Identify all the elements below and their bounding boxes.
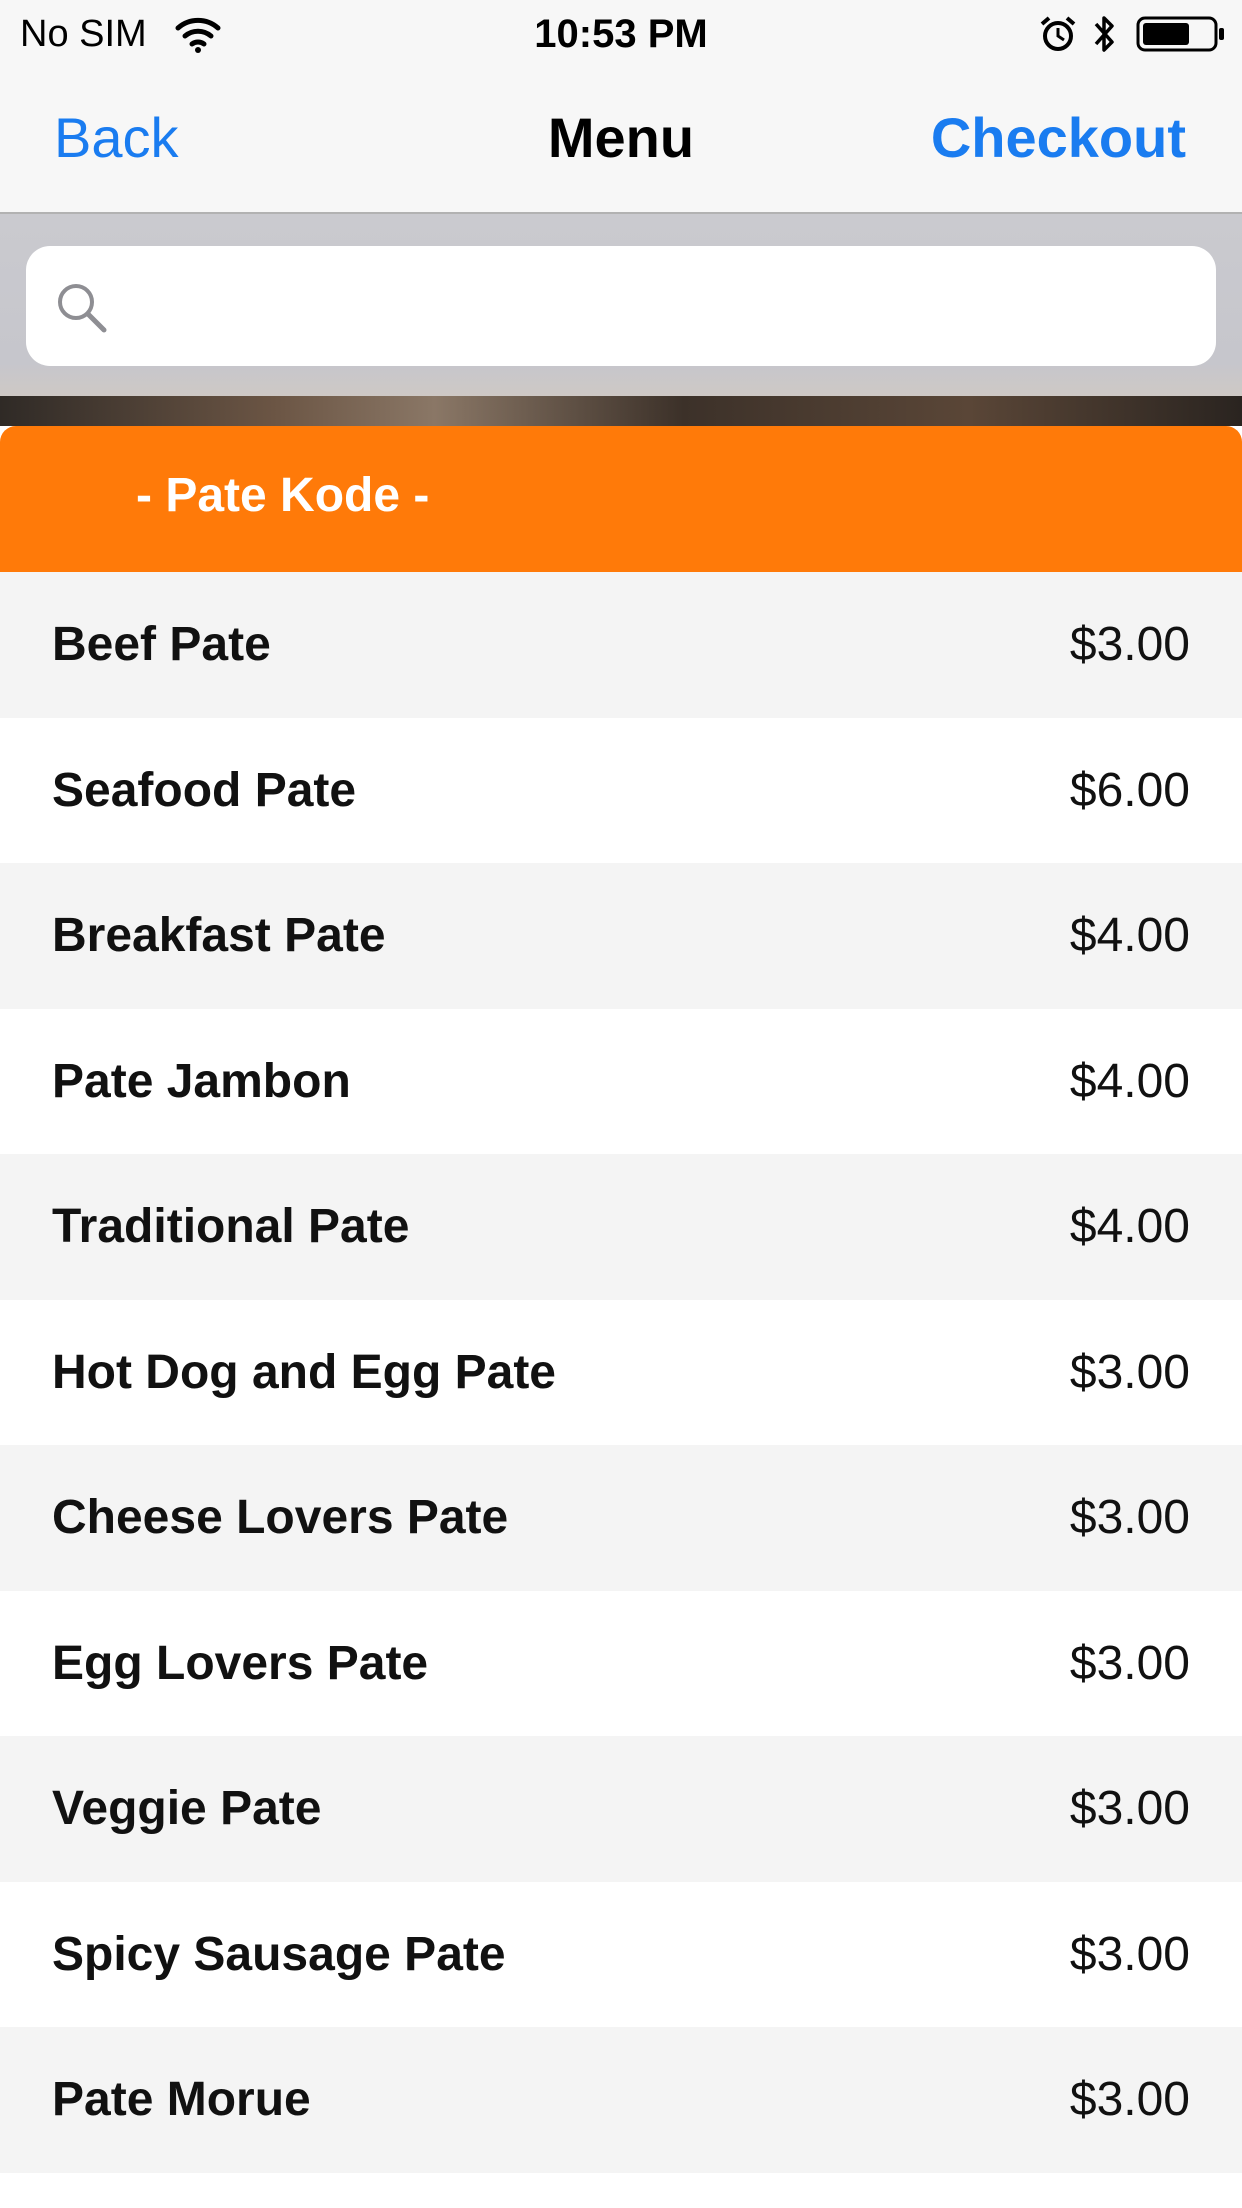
menu-item-name: Seafood Pate bbox=[52, 763, 357, 817]
status-bar: No SIM 10:53 PM bbox=[0, 0, 1242, 68]
checkout-button[interactable]: Checkout bbox=[931, 106, 1186, 170]
menu-item-price: $3.00 bbox=[1069, 1636, 1190, 1690]
header-image-strip bbox=[0, 396, 1242, 426]
menu-item-price: $3.00 bbox=[1069, 1345, 1190, 1399]
menu-item-row[interactable]: Pate Jambon $4.00 bbox=[0, 1008, 1242, 1154]
bluetooth-icon bbox=[1094, 16, 1114, 52]
menu-item-row[interactable]: Cheese Lovers Pate $3.00 bbox=[0, 1445, 1242, 1591]
search-icon bbox=[58, 284, 107, 333]
menu-item-name: Egg Lovers Pate bbox=[52, 1636, 429, 1690]
navigation-bar: Back Menu Checkout bbox=[0, 68, 1242, 214]
menu-item-row[interactable]: Beef Pate $3.00 bbox=[0, 572, 1242, 718]
menu-item-row[interactable]: Egg Lovers Pate $3.00 bbox=[0, 1590, 1242, 1736]
menu-item-name: Breakfast Pate bbox=[52, 909, 386, 962]
menu-item-name: Pate Jambon bbox=[52, 1054, 351, 1108]
category-header[interactable]: - Pate Kode - bbox=[0, 426, 1242, 572]
search-field[interactable] bbox=[26, 246, 1216, 366]
menu-item-price: $4.00 bbox=[1069, 1054, 1190, 1108]
menu-item-name: Veggie Pate bbox=[52, 1782, 322, 1835]
menu-item-price: $3.00 bbox=[1069, 1491, 1190, 1544]
menu-item-price: $3.00 bbox=[1069, 1927, 1190, 1981]
menu-item-name: Spicy Sausage Pate bbox=[52, 1927, 506, 1981]
search-input[interactable] bbox=[126, 266, 1190, 348]
category-label: - Pate Kode - bbox=[136, 469, 430, 522]
menu-item-row[interactable]: Seafood Pate $6.00 bbox=[0, 717, 1242, 863]
menu-item-row[interactable]: Pate Morue $3.00 bbox=[0, 2027, 1242, 2173]
menu-item-row[interactable]: Veggie Pate $3.00 bbox=[0, 1736, 1242, 1882]
menu-item-name: Pate Morue bbox=[52, 2073, 311, 2126]
menu-item-price: $6.00 bbox=[1069, 763, 1190, 817]
menu-item-price: $4.00 bbox=[1069, 1200, 1190, 1253]
menu-item-price: $3.00 bbox=[1069, 2073, 1190, 2126]
menu-item-price: $3.00 bbox=[1069, 618, 1190, 671]
menu-item-row[interactable]: Traditional Pate $4.00 bbox=[0, 1154, 1242, 1300]
menu-item-price: $4.00 bbox=[1069, 909, 1190, 962]
battery-icon bbox=[1136, 16, 1224, 52]
menu-list: Beef Pate $3.00 Seafood Pate $6.00 Break… bbox=[0, 572, 1242, 2173]
menu-item-row[interactable]: Hot Dog and Egg Pate $3.00 bbox=[0, 1299, 1242, 1445]
menu-item-row[interactable]: Breakfast Pate $4.00 bbox=[0, 863, 1242, 1009]
alarm-icon bbox=[1040, 16, 1076, 51]
menu-item-name: Hot Dog and Egg Pate bbox=[52, 1345, 556, 1399]
menu-item-name: Traditional Pate bbox=[52, 1200, 410, 1253]
menu-item-name: Cheese Lovers Pate bbox=[52, 1491, 509, 1544]
menu-item-name: Beef Pate bbox=[52, 618, 271, 671]
search-bar bbox=[0, 214, 1242, 400]
menu-item-price: $3.00 bbox=[1069, 1782, 1190, 1835]
menu-item-row[interactable]: Spicy Sausage Pate $3.00 bbox=[0, 1881, 1242, 2027]
